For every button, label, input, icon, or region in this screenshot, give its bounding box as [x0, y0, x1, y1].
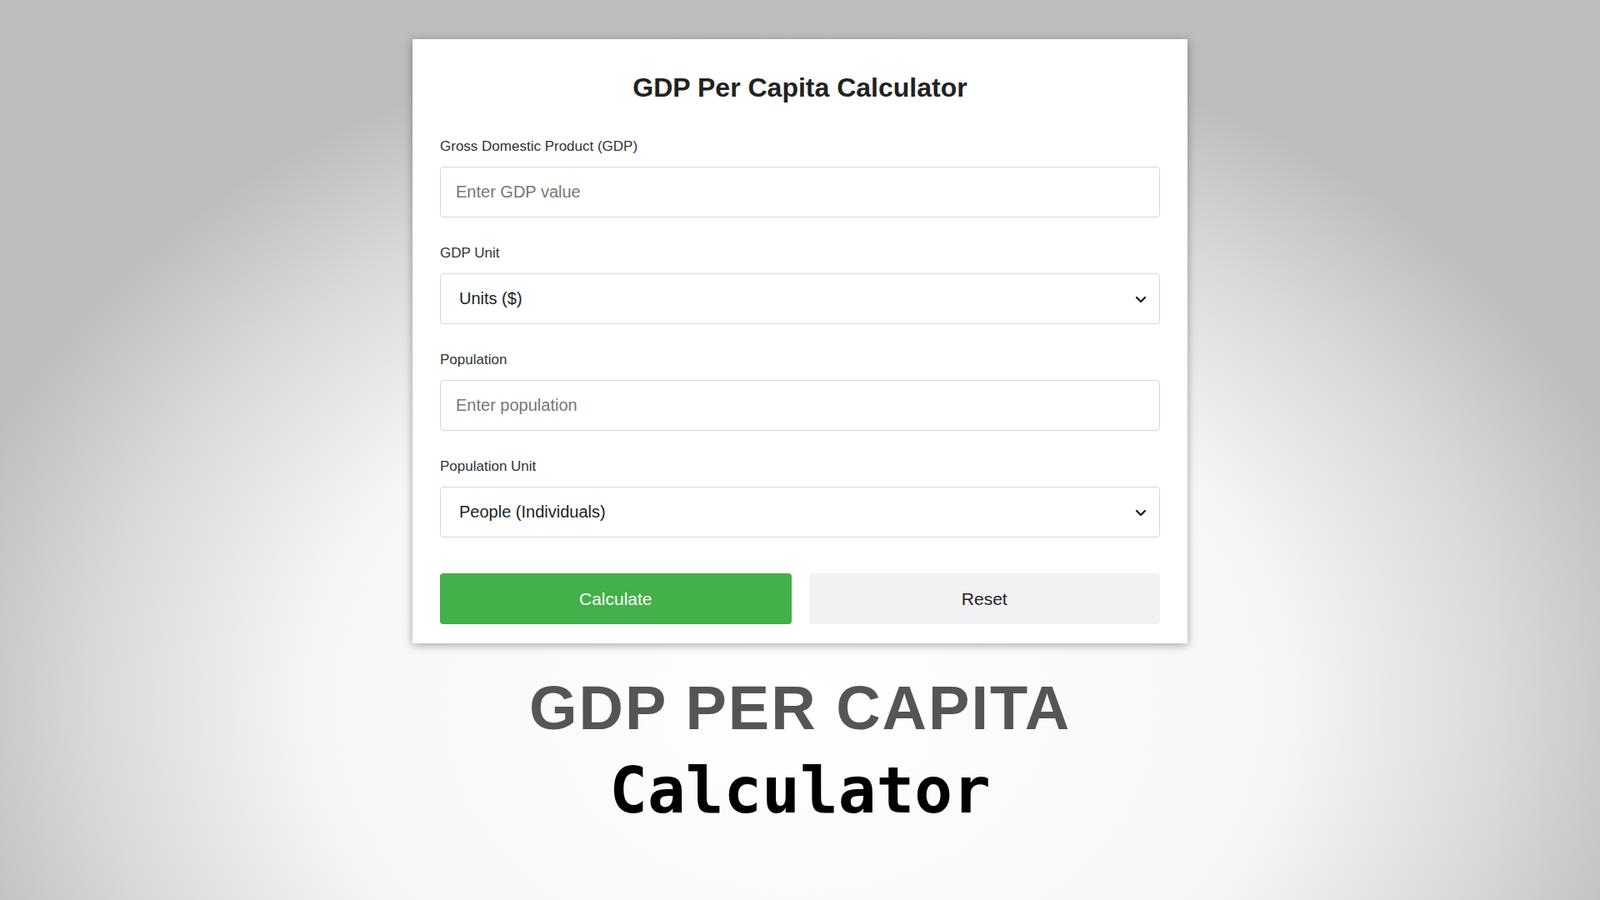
banner-subline: Calculator — [609, 755, 991, 827]
form-field: Gross Domestic Product (GDP) — [440, 138, 1160, 218]
unit-select[interactable]: People (Individuals) — [440, 486, 1160, 538]
field-label: Gross Domestic Product (GDP) — [440, 138, 1160, 155]
unit-select[interactable]: Units ($) — [440, 273, 1160, 325]
field-label: GDP Unit — [440, 245, 1160, 262]
form-field: Population — [440, 351, 1160, 431]
text-input[interactable] — [440, 380, 1160, 431]
banner-headline: GDP PER CAPITA — [529, 673, 1071, 744]
background-photo: GDP Per Capita Calculator Gross Domestic … — [0, 0, 1600, 900]
field-label: Population Unit — [440, 458, 1160, 475]
button-row: Calculate Reset — [440, 573, 1160, 625]
field-label: Population — [440, 351, 1160, 369]
select-value: People (Individuals) — [459, 502, 606, 522]
calculator-title: GDP Per Capita Calculator — [440, 70, 1160, 105]
calculator-card: GDP Per Capita Calculator Gross Domestic … — [412, 39, 1188, 644]
form-field: Population Unit People (Individuals) — [440, 458, 1160, 538]
select-value: Units ($) — [459, 289, 523, 309]
reset-button[interactable]: Reset — [809, 573, 1161, 625]
chevron-down-icon — [1134, 505, 1148, 520]
chevron-down-icon — [1134, 292, 1148, 306]
calculate-button[interactable]: Calculate — [440, 573, 792, 625]
text-input[interactable] — [440, 166, 1160, 218]
form-field: GDP Unit Units ($) — [440, 245, 1160, 325]
